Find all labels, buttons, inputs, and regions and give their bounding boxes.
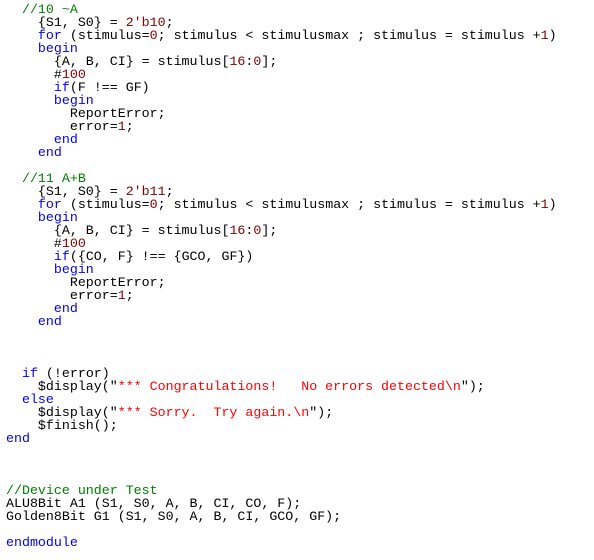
number-token: 1 — [117, 119, 126, 134]
code-token: ) — [548, 197, 557, 212]
code-line[interactable] — [6, 159, 557, 172]
code-token: ; stimulus < stimulusmax ; stimulus = st… — [157, 28, 541, 43]
code-line[interactable]: end — [6, 146, 557, 159]
code-line[interactable] — [6, 445, 557, 458]
code-line[interactable]: end — [6, 133, 557, 146]
code-token: ; — [125, 288, 134, 303]
code-token: "); — [309, 405, 334, 420]
code-line[interactable]: error=1; — [6, 289, 557, 302]
code-line[interactable]: Golden8Bit G1 (S1, S0, A, B, CI, GCO, GF… — [6, 510, 557, 523]
code-token: ({CO, F} !== {GCO, GF}) — [69, 249, 254, 264]
code-token: ]; — [261, 223, 278, 238]
number-token: 1 — [117, 288, 126, 303]
keyword-token: end — [37, 314, 62, 329]
code-line[interactable]: $display("*** Congratulations! No errors… — [6, 380, 557, 393]
code-line[interactable]: end — [6, 315, 557, 328]
number-token: 1 — [540, 197, 549, 212]
number-token: 16 — [229, 54, 246, 69]
code-line[interactable]: {A, B, CI} = stimulus[16:0]; — [6, 224, 557, 237]
code-editor[interactable]: //10 ~A {S1, S0} = 2'b10; for (stimulus=… — [6, 3, 557, 549]
keyword-token: endmodule — [6, 535, 78, 550]
code-line[interactable]: end — [6, 432, 557, 445]
code-token: ; stimulus < stimulusmax ; stimulus = st… — [157, 197, 541, 212]
code-line[interactable]: $finish(); — [6, 419, 557, 432]
keyword-token: end — [37, 145, 62, 160]
code-token: $finish(); — [37, 418, 118, 433]
code-token: ) — [548, 28, 557, 43]
number-token: 16 — [229, 223, 246, 238]
code-line[interactable]: end — [6, 302, 557, 315]
number-token: 0 — [149, 197, 158, 212]
code-token: Golden8Bit G1 (S1, S0, A, B, CI, GCO, GF… — [6, 509, 342, 524]
number-token: 0 — [149, 28, 158, 43]
code-line[interactable]: for (stimulus=0; stimulus < stimulusmax … — [6, 29, 557, 42]
code-line[interactable] — [6, 523, 557, 536]
code-token: ]; — [261, 54, 278, 69]
keyword-token: end — [6, 431, 30, 446]
code-line[interactable]: error=1; — [6, 120, 557, 133]
code-line[interactable] — [6, 341, 557, 354]
code-line[interactable]: endmodule — [6, 536, 557, 549]
code-line[interactable] — [6, 458, 557, 471]
code-line[interactable]: for (stimulus=0; stimulus < stimulusmax … — [6, 198, 557, 211]
string-token: *** Congratulations! No errors detected\… — [117, 379, 461, 394]
code-line[interactable] — [6, 328, 557, 341]
code-line[interactable]: {A, B, CI} = stimulus[16:0]; — [6, 55, 557, 68]
code-token: "); — [460, 379, 485, 394]
string-token: *** Sorry. Try again.\n — [117, 405, 310, 420]
code-token: ; — [125, 119, 134, 134]
number-token: 1 — [540, 28, 549, 43]
